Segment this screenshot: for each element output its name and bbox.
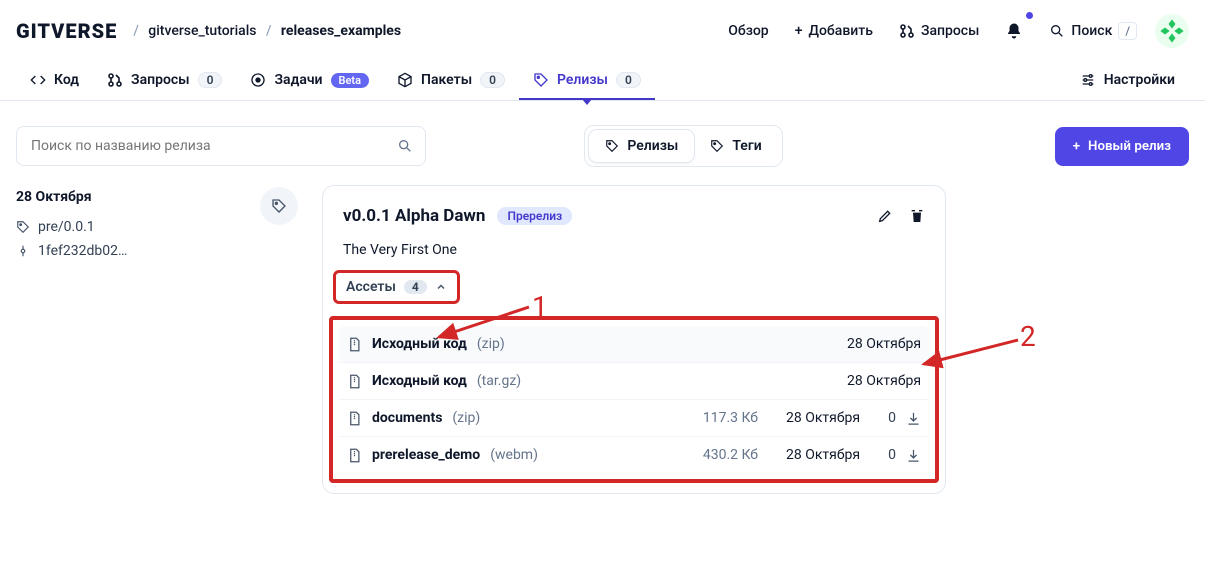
- commit-icon: [16, 244, 30, 258]
- asset-size: 430.2 Кб: [690, 447, 758, 463]
- timeline-dot: [260, 187, 298, 225]
- sliders-icon: [1080, 72, 1096, 88]
- asset-row[interactable]: Исходный код (zip) 28 Октября: [339, 326, 929, 362]
- release-title: v0.0.1 Alpha Dawn: [343, 206, 485, 226]
- asset-name: Исходный код: [372, 336, 467, 352]
- asset-row[interactable]: prerelease_demo (webm) 430.2 Кб 28 Октября…: [339, 436, 929, 473]
- asset-downloads: 0: [870, 410, 896, 426]
- download-icon[interactable]: [906, 448, 921, 463]
- delete-release-button[interactable]: [909, 208, 925, 224]
- asset-name: prerelease_demo: [372, 447, 480, 463]
- add-button[interactable]: + Добавить: [787, 15, 881, 47]
- asset-name: Исходный код: [372, 373, 467, 389]
- breadcrumb-repo[interactable]: releases_examples: [281, 23, 401, 39]
- tab-code[interactable]: Код: [16, 62, 93, 100]
- release-search-input[interactable]: [29, 137, 397, 155]
- pull-request-icon: [899, 23, 915, 39]
- assets-list: Исходный код (zip)28 ОктябряИсходный код…: [329, 316, 939, 483]
- asset-size: 117.3 Кб: [690, 410, 758, 426]
- requests-count: 0: [198, 72, 223, 88]
- bell-icon: [1005, 22, 1023, 40]
- release-card: v0.0.1 Alpha Dawn Пререлиз The Very Firs…: [322, 185, 946, 494]
- code-icon: [30, 72, 46, 88]
- asset-date: 28 Октября: [829, 373, 921, 389]
- edit-release-button[interactable]: [877, 208, 893, 224]
- package-icon: [397, 72, 413, 88]
- tag-icon: [16, 220, 30, 234]
- asset-ext: (zip): [452, 410, 480, 426]
- plus-icon: +: [1073, 139, 1080, 154]
- release-sidebar: 28 Октября pre/0.0.1 1fef232db02…: [16, 185, 236, 263]
- asset-date: 28 Октября: [768, 410, 860, 426]
- asset-name: documents: [372, 410, 442, 426]
- asset-row[interactable]: documents (zip) 117.3 Кб 28 Октября 0: [339, 399, 929, 436]
- download-icon[interactable]: [906, 411, 921, 426]
- tag-icon: [271, 198, 287, 214]
- releases-controls: Релизы Теги + Новый релиз: [0, 101, 1205, 175]
- plus-icon: +: [795, 23, 803, 39]
- tab-settings[interactable]: Настройки: [1066, 62, 1189, 100]
- toggle-releases[interactable]: Релизы: [589, 130, 694, 162]
- releases-content: 28 Октября pre/0.0.1 1fef232db02… v0.0.1…: [0, 175, 1205, 504]
- breadcrumb-owner[interactable]: gitverse_tutorials: [148, 23, 256, 39]
- sidebar-tag[interactable]: pre/0.0.1: [16, 215, 236, 239]
- releases-count: 0: [616, 72, 641, 88]
- release-description: The Very First One: [323, 234, 945, 270]
- asset-row[interactable]: Исходный код (tar.gz) 28 Октября: [339, 362, 929, 399]
- asset-date: 28 Октября: [829, 336, 921, 352]
- asset-ext: (tar.gz): [477, 373, 521, 389]
- search-button[interactable]: Поиск /: [1041, 14, 1145, 48]
- release-search[interactable]: [16, 126, 426, 166]
- search-icon: [397, 138, 413, 154]
- sidebar-commit[interactable]: 1fef232db02…: [16, 239, 236, 263]
- sidebar-date: 28 Октября: [16, 189, 236, 205]
- beta-badge: Beta: [331, 73, 370, 88]
- prerelease-badge: Пререлиз: [497, 207, 572, 225]
- tag-icon: [605, 139, 619, 153]
- avatar-icon: [1158, 17, 1186, 45]
- asset-ext: (webm): [490, 447, 538, 463]
- user-avatar[interactable]: [1155, 14, 1189, 48]
- logo[interactable]: GITVERSE: [16, 19, 117, 43]
- tab-requests[interactable]: Запросы 0: [93, 62, 236, 100]
- search-icon: [1049, 23, 1065, 39]
- new-release-button[interactable]: + Новый релиз: [1055, 127, 1189, 166]
- tab-releases[interactable]: Релизы 0: [519, 62, 655, 100]
- requests-link[interactable]: Запросы: [891, 15, 987, 47]
- breadcrumb: / gitverse_tutorials / releases_examples: [127, 23, 401, 39]
- assets-count: 4: [404, 280, 427, 294]
- issue-icon: [250, 72, 266, 88]
- notifications-button[interactable]: [997, 14, 1031, 48]
- tab-issues[interactable]: Задачи Beta: [236, 62, 383, 100]
- assets-toggle[interactable]: Ассеты 4: [333, 270, 460, 304]
- tag-icon: [533, 72, 549, 88]
- packages-count: 0: [480, 72, 505, 88]
- view-toggle: Релизы Теги: [584, 125, 782, 167]
- search-shortcut: /: [1118, 22, 1137, 40]
- file-zip-icon: [347, 411, 362, 426]
- chevron-up-icon: [435, 281, 447, 293]
- toggle-tags[interactable]: Теги: [694, 130, 777, 162]
- tag-icon: [710, 139, 724, 153]
- app-header: GITVERSE / gitverse_tutorials / releases…: [0, 0, 1205, 62]
- pull-request-icon: [107, 72, 123, 88]
- repo-nav: Код Запросы 0 Задачи Beta Пакеты 0 Релиз…: [0, 62, 1205, 101]
- file-zip-icon: [347, 448, 362, 463]
- asset-downloads: 0: [870, 447, 896, 463]
- notification-dot-icon: [1026, 12, 1033, 19]
- overview-link[interactable]: Обзор: [720, 15, 777, 47]
- pencil-icon: [877, 208, 893, 224]
- file-zip-icon: [347, 374, 362, 389]
- asset-ext: (zip): [477, 336, 505, 352]
- asset-date: 28 Октября: [768, 447, 860, 463]
- trash-icon: [909, 208, 925, 224]
- tab-packages[interactable]: Пакеты 0: [383, 62, 519, 100]
- file-zip-icon: [347, 337, 362, 352]
